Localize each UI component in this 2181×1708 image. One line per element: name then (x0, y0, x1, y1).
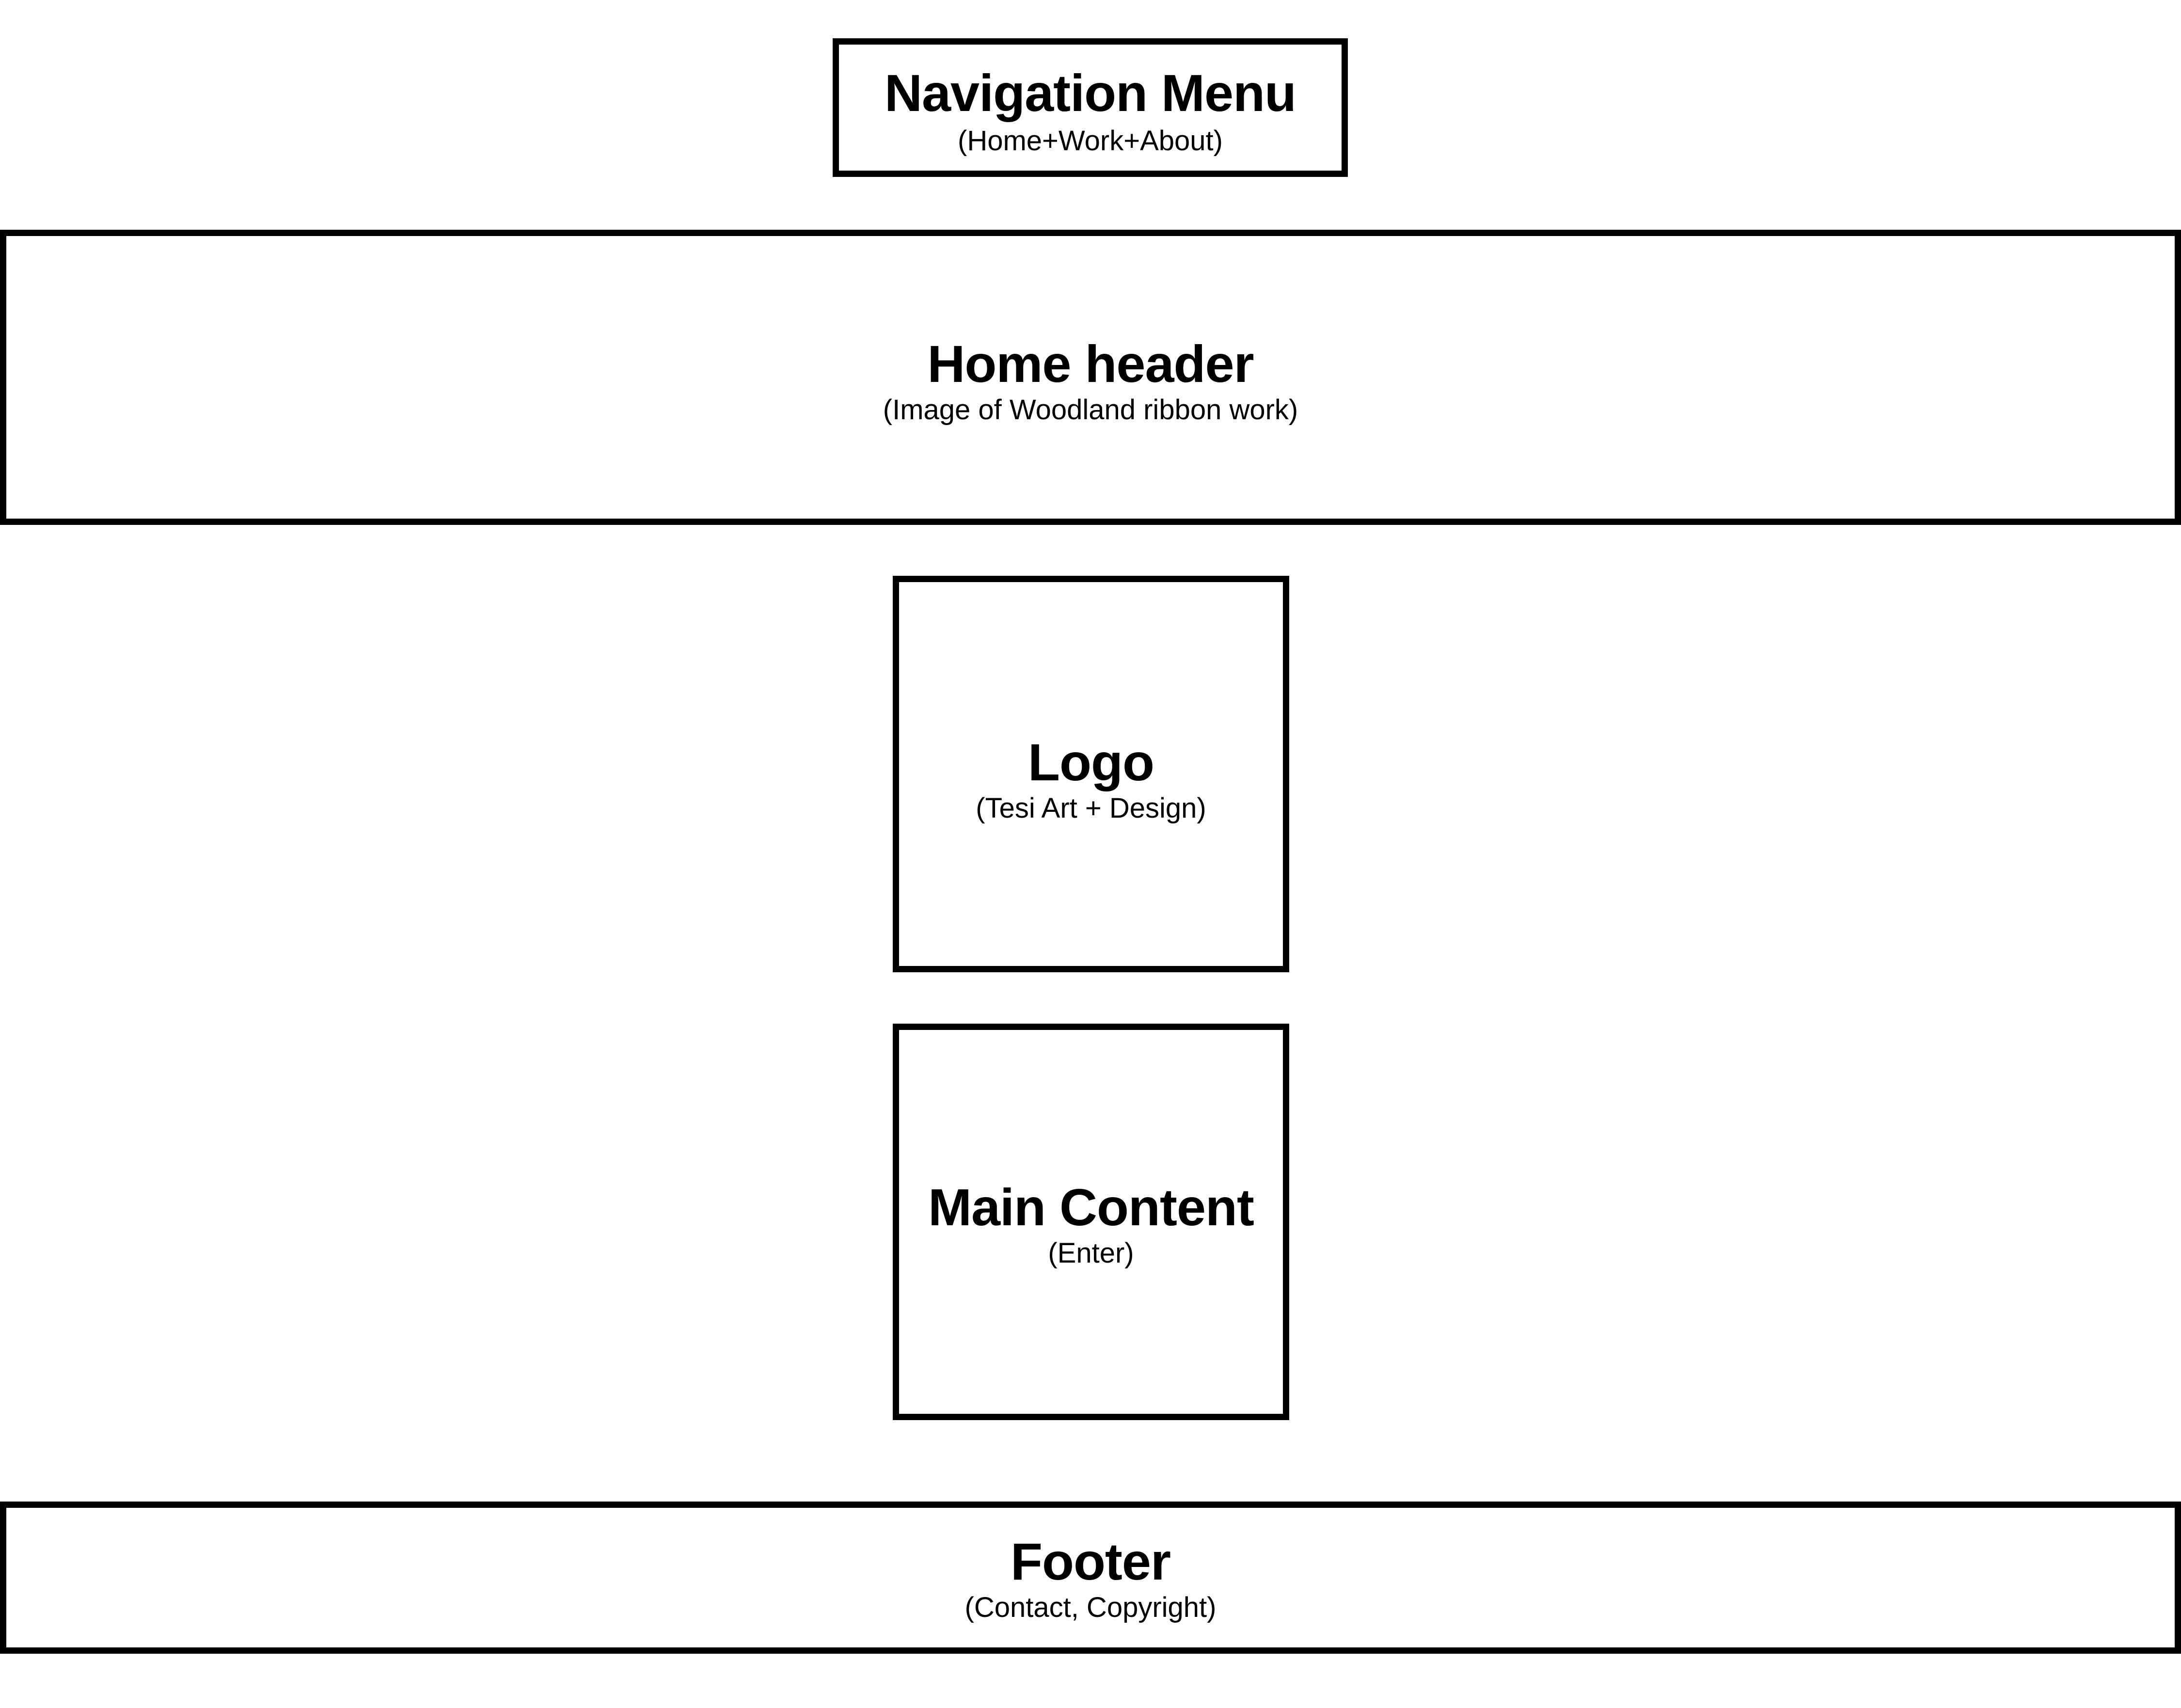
footer-subtitle: (Contact, Copyright) (964, 1592, 1217, 1623)
logo-subtitle: (Tesi Art + Design) (976, 792, 1206, 824)
home-header-box: Home header (Image of Woodland ribbon wo… (0, 230, 2181, 525)
home-header-title: Home header (927, 334, 1254, 393)
navigation-menu-title: Navigation Menu (884, 63, 1296, 122)
navigation-menu-box: Navigation Menu (Home+Work+About) (833, 38, 1348, 177)
footer-title: Footer (1011, 1532, 1171, 1591)
logo-title: Logo (1028, 733, 1154, 791)
home-header-subtitle: (Image of Woodland ribbon work) (883, 394, 1298, 426)
main-content-title: Main Content (928, 1178, 1254, 1236)
navigation-menu-subtitle: (Home+Work+About) (958, 125, 1223, 157)
footer-box: Footer (Contact, Copyright) (0, 1502, 2181, 1654)
logo-box: Logo (Tesi Art + Design) (893, 576, 1289, 972)
main-content-box: Main Content (Enter) (893, 1024, 1289, 1420)
main-content-subtitle: (Enter) (1048, 1237, 1134, 1269)
